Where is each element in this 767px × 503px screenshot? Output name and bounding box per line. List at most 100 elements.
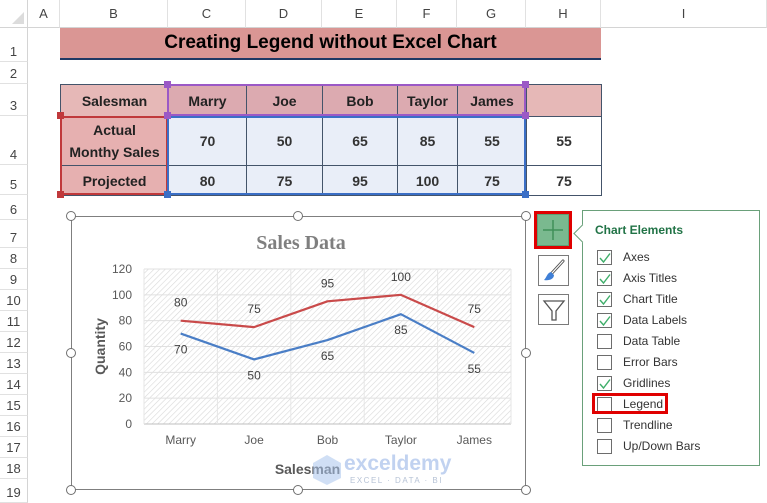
row-header-7[interactable]: 7: [0, 220, 28, 248]
row-header-10[interactable]: 10: [0, 290, 28, 311]
data-label[interactable]: 55: [468, 362, 482, 376]
chart-element-chart-title[interactable]: Chart Title: [597, 290, 678, 308]
row-header-4[interactable]: 4: [0, 116, 28, 165]
resize-handle-bottom-left[interactable]: [66, 485, 76, 495]
column-header-g[interactable]: G: [457, 0, 526, 28]
chart-element-data-labels[interactable]: Data Labels: [597, 311, 687, 329]
chart-element-label: Error Bars: [623, 355, 678, 369]
checkbox-checked[interactable]: [597, 375, 612, 391]
chart-styles-button[interactable]: [538, 255, 569, 286]
checkbox-checked[interactable]: [597, 249, 612, 265]
select-all-corner[interactable]: [0, 0, 28, 28]
range-handle[interactable]: [522, 191, 529, 198]
table-header-salesman[interactable]: Salesman: [60, 84, 169, 117]
row-header-6[interactable]: 6: [0, 195, 28, 220]
row-header-2[interactable]: 2: [0, 62, 28, 84]
chart-filters-button[interactable]: [538, 294, 569, 325]
checkbox-unchecked[interactable]: [597, 333, 612, 349]
column-header-c[interactable]: C: [168, 0, 246, 28]
data-label[interactable]: 65: [321, 349, 335, 363]
chart-elements-button[interactable]: [537, 214, 569, 246]
resize-handle-top-left[interactable]: [66, 211, 76, 221]
data-label[interactable]: 80: [174, 296, 188, 310]
chart-element-error-bars[interactable]: Error Bars: [597, 353, 678, 371]
row-header-18[interactable]: 18: [0, 458, 28, 479]
chart-element-label: Axes: [623, 250, 650, 264]
range-handle[interactable]: [164, 112, 171, 119]
legend-highlight-box: [592, 393, 668, 414]
row-header-17[interactable]: 17: [0, 437, 28, 458]
row-header-11[interactable]: 11: [0, 311, 28, 332]
row-header-13[interactable]: 13: [0, 353, 28, 374]
column-header-e[interactable]: E: [322, 0, 397, 28]
row-header-8[interactable]: 8: [0, 248, 28, 269]
table-cell-extra[interactable]: 75: [526, 165, 602, 196]
data-label[interactable]: 95: [321, 276, 335, 290]
column-header-a[interactable]: A: [28, 0, 60, 28]
row-header-15[interactable]: 15: [0, 395, 28, 416]
range-handle[interactable]: [57, 112, 64, 119]
checkbox-unchecked[interactable]: [597, 438, 612, 454]
plus-icon: [543, 220, 563, 240]
chart-element-up-down-bars[interactable]: Up/Down Bars: [597, 437, 700, 455]
chart-element-label: Up/Down Bars: [623, 439, 701, 453]
data-label[interactable]: 50: [247, 368, 261, 382]
range-handle[interactable]: [164, 81, 171, 88]
chart-element-label: Data Labels: [623, 313, 688, 327]
chart-title[interactable]: Sales Data: [256, 232, 345, 254]
checkbox-checked[interactable]: [597, 312, 612, 328]
chart-element-axes[interactable]: Axes: [597, 248, 650, 266]
data-label[interactable]: 75: [468, 302, 482, 316]
table-header-empty[interactable]: [526, 84, 602, 117]
sheet-title-cell[interactable]: Creating Legend without Excel Chart: [60, 28, 601, 60]
checkbox-unchecked[interactable]: [597, 354, 612, 370]
row-header-9[interactable]: 9: [0, 269, 28, 290]
table-cell-extra[interactable]: 55: [526, 116, 602, 166]
data-label[interactable]: 100: [391, 270, 411, 284]
chart-element-data-table[interactable]: Data Table: [597, 332, 680, 350]
checkmark-icon: [599, 378, 611, 389]
funnel-icon: [542, 299, 565, 321]
column-header-f[interactable]: F: [397, 0, 457, 28]
chart-area[interactable]: Sales Data 0 20 40 60 80 100 120 Marry Joe Bob Ta…: [71, 216, 526, 490]
resize-handle-bottom[interactable]: [293, 485, 303, 495]
y-axis-title[interactable]: Quantity: [92, 318, 108, 375]
resize-handle-left[interactable]: [66, 348, 76, 358]
panel-pointer: [573, 224, 592, 243]
data-label[interactable]: 75: [247, 302, 261, 316]
range-handle[interactable]: [57, 191, 64, 198]
checkbox-checked[interactable]: [597, 270, 612, 286]
x-tick-label: James: [457, 433, 492, 447]
y-tick-label: 100: [112, 288, 132, 302]
checkbox-unchecked[interactable]: [597, 417, 612, 433]
range-handle[interactable]: [522, 112, 529, 119]
chart-element-label: Trendline: [623, 418, 673, 432]
row-header-1[interactable]: 1: [0, 28, 28, 62]
resize-handle-top[interactable]: [293, 211, 303, 221]
chart-element-label: Axis Titles: [623, 271, 678, 285]
chart-element-axis-titles[interactable]: Axis Titles: [597, 269, 677, 287]
resize-handle-top-right[interactable]: [521, 211, 531, 221]
row-header-5[interactable]: 5: [0, 165, 28, 195]
chart-element-gridlines[interactable]: Gridlines: [597, 374, 670, 392]
data-label[interactable]: 70: [174, 343, 188, 357]
column-header-b[interactable]: B: [60, 0, 168, 28]
chart-element-label: Data Table: [623, 334, 681, 348]
x-tick-label: Marry: [165, 433, 196, 447]
row-header-19[interactable]: 19: [0, 479, 28, 503]
data-label[interactable]: 85: [394, 323, 408, 337]
column-header-h[interactable]: H: [526, 0, 601, 28]
chart-element-trendline[interactable]: Trendline: [597, 416, 673, 434]
row-header-12[interactable]: 12: [0, 332, 28, 353]
x-tick-label: Taylor: [385, 433, 417, 447]
column-header-d[interactable]: D: [246, 0, 322, 28]
resize-handle-bottom-right[interactable]: [521, 485, 531, 495]
range-handle[interactable]: [522, 81, 529, 88]
checkbox-checked[interactable]: [597, 291, 612, 307]
range-handle[interactable]: [164, 191, 171, 198]
row-header-14[interactable]: 14: [0, 374, 28, 395]
resize-handle-right[interactable]: [521, 348, 531, 358]
column-header-i[interactable]: I: [601, 0, 767, 28]
row-header-3[interactable]: 3: [0, 84, 28, 116]
row-header-16[interactable]: 16: [0, 416, 28, 437]
